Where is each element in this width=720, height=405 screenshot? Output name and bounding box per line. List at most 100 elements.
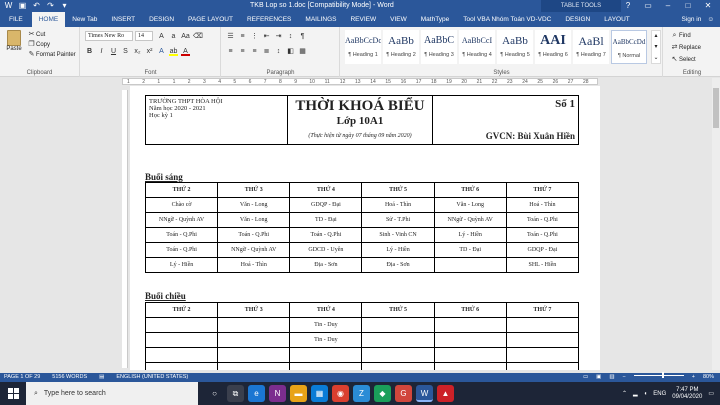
lesson-cell[interactable]: Toán - Q.Phi [217, 227, 291, 243]
line-spacing-icon[interactable]: ↕ [274, 47, 283, 56]
strikethrough-icon[interactable]: S [121, 47, 130, 56]
file-explorer-icon[interactable]: ▬ [290, 385, 307, 402]
style-heading-1[interactable]: AaBbCcDc ¶ Heading 1 [345, 30, 381, 64]
help-icon[interactable]: ? [618, 0, 638, 12]
taskbar-search[interactable]: ⌕ Type here to search [26, 382, 198, 405]
change-case-icon[interactable]: Aa [181, 32, 190, 41]
lesson-cell[interactable] [144, 317, 219, 333]
lesson-cell[interactable] [433, 332, 507, 348]
minimize-button[interactable]: – [658, 0, 678, 12]
input-language[interactable]: ENG [653, 391, 666, 397]
print-layout-icon[interactable]: ▣ [596, 373, 601, 382]
lesson-cell[interactable]: Địa - Sơn [361, 257, 435, 273]
numbering-icon[interactable]: ≡ [238, 32, 247, 41]
font-size-select[interactable]: 14 [135, 31, 153, 41]
tab-mathtype[interactable]: MathType [414, 12, 457, 27]
multitask-icon[interactable]: ⧉ [227, 385, 244, 402]
lesson-cell[interactable]: Sinh - Vinh CN [361, 227, 435, 243]
lesson-cell[interactable]: Toán - Q.Phi [505, 212, 580, 228]
replace-button[interactable]: ⇄ Replace [670, 42, 701, 54]
lesson-cell[interactable] [361, 317, 435, 333]
word-icon[interactable]: W [4, 1, 13, 10]
lesson-cell[interactable] [144, 347, 219, 363]
pilcrow-icon[interactable]: ¶ [298, 32, 307, 41]
lesson-cell[interactable]: Toán - Q.Phi [505, 227, 580, 243]
tab-review[interactable]: REVIEW [343, 12, 383, 27]
lesson-cell[interactable]: Lý - Hiền [144, 257, 219, 273]
find-button[interactable]: ⌕ Find [670, 30, 701, 42]
chrome-icon[interactable]: ◉ [332, 385, 349, 402]
scrollbar-thumb[interactable] [713, 88, 719, 128]
zoom-in-icon[interactable]: + [692, 373, 695, 382]
tab-home[interactable]: HOME [31, 12, 66, 27]
tray-chevron-icon[interactable]: ⌃ [622, 390, 627, 397]
vertical-ruler[interactable] [122, 90, 128, 368]
store-icon[interactable]: ▦ [311, 385, 328, 402]
styles-scroll[interactable]: ▴ ▾ ⌄ [651, 30, 661, 64]
lesson-cell[interactable]: GDQP - Đại [505, 242, 580, 258]
cut-button[interactable]: ✂ Cut [27, 30, 76, 40]
lesson-cell[interactable]: Văn - Long [217, 197, 291, 213]
word-count[interactable]: 5156 WORDS [52, 373, 87, 382]
clear-format-icon[interactable]: ⌫ [193, 32, 203, 41]
edge-icon[interactable]: e [248, 385, 265, 402]
align-center-icon[interactable]: ≡ [238, 47, 247, 56]
style-heading-2[interactable]: AaBb ¶ Heading 2 [383, 30, 419, 64]
read-mode-icon[interactable]: ▭ [583, 373, 588, 382]
lesson-cell[interactable]: NNgữ - Quỳnh AV [144, 212, 219, 228]
subscript-icon[interactable]: x₂ [133, 47, 142, 56]
zoom-level[interactable]: 80% [703, 373, 714, 382]
style-heading-7[interactable]: AaBl ¶ Heading 7 [573, 30, 609, 64]
lesson-cell[interactable] [217, 347, 291, 363]
align-left-icon[interactable]: ≡ [226, 47, 235, 56]
page-count[interactable]: PAGE 1 OF 29 [4, 373, 40, 382]
sort-icon[interactable]: ↕ [286, 32, 295, 41]
smiley-icon[interactable]: ☺ [707, 16, 714, 23]
lesson-cell[interactable]: TD - Đại [433, 242, 507, 258]
word-taskbar-icon[interactable]: W [416, 385, 433, 402]
lesson-cell[interactable] [217, 317, 291, 333]
close-button[interactable]: ✕ [698, 0, 718, 12]
lesson-cell[interactable]: NNgữ - Quỳnh AV [433, 212, 507, 228]
lesson-cell[interactable] [361, 332, 435, 348]
afternoon-timetable[interactable]: THỨ 2 THỨ 3 THỨ 4 THỨ 5 THỨ 6 THỨ 7 Tin - Duy T… [144, 302, 580, 370]
lesson-cell[interactable] [433, 317, 507, 333]
zalo-icon[interactable]: Z [353, 385, 370, 402]
lesson-cell[interactable] [217, 362, 291, 370]
lesson-cell[interactable] [361, 347, 435, 363]
grow-font-icon[interactable]: A [157, 32, 166, 41]
tab-file[interactable]: FILE [0, 12, 32, 27]
lesson-cell[interactable] [289, 347, 363, 363]
tab-mailings[interactable]: MAILINGS [298, 12, 343, 27]
text-effects-icon[interactable]: A [157, 47, 166, 56]
lesson-cell[interactable]: Toán - Q.Phi [144, 242, 219, 258]
shading-icon[interactable]: ◧ [286, 47, 295, 56]
lesson-cell[interactable] [505, 347, 580, 363]
lesson-cell[interactable]: Toán - Q.Phi [289, 227, 363, 243]
lesson-cell[interactable] [433, 257, 507, 273]
task-view-icon[interactable]: ○ [206, 385, 223, 402]
lesson-cell[interactable]: Tin - Duy [289, 317, 363, 333]
lesson-cell[interactable]: Văn - Long [217, 212, 291, 228]
highlight-icon[interactable]: ab [169, 47, 178, 56]
lesson-cell[interactable]: Tin - Duy [289, 332, 363, 348]
lesson-cell[interactable]: GDQP - Đại [289, 197, 363, 213]
start-button[interactable] [0, 382, 26, 405]
bold-icon[interactable]: B [85, 47, 94, 56]
style-heading-6[interactable]: AAI ¶ Heading 6 [535, 30, 571, 64]
zoom-slider[interactable] [633, 372, 684, 378]
lesson-cell[interactable]: Sử - T.Phi [361, 212, 435, 228]
ribbon-options-icon[interactable]: ▭ [638, 0, 658, 12]
style-heading-4[interactable]: AaBbCcI ¶ Heading 4 [459, 30, 495, 64]
shrink-font-icon[interactable]: a [169, 32, 178, 41]
style-heading-3[interactable]: AaBbC ¶ Heading 3 [421, 30, 457, 64]
lesson-cell[interactable]: Lý - Hiền [361, 242, 435, 258]
zoom-out-icon[interactable]: − [623, 373, 626, 382]
tab-table-layout[interactable]: LAYOUT [597, 12, 637, 27]
tab-design[interactable]: DESIGN [142, 12, 181, 27]
lesson-cell[interactable]: Hoá - Thìn [217, 257, 291, 273]
lesson-cell[interactable] [144, 332, 219, 348]
app-icon[interactable]: ◆ [374, 385, 391, 402]
lesson-cell[interactable]: Lý - Hiền [433, 227, 507, 243]
tab-table-design[interactable]: DESIGN [558, 12, 597, 27]
